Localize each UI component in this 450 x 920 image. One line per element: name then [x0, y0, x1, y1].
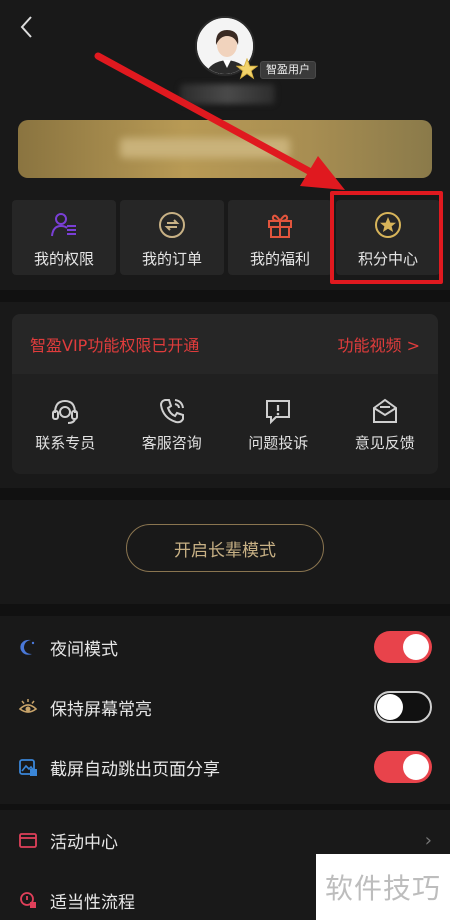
- quick-my-benefits[interactable]: 我的福利: [228, 200, 332, 275]
- eye-icon: [18, 699, 38, 713]
- service-contact-agent[interactable]: 联系专员: [15, 396, 115, 453]
- complaint-icon: [266, 400, 291, 425]
- vip-star-icon: [235, 57, 259, 80]
- gift-icon: [268, 214, 292, 238]
- order-coin-icon: [159, 212, 185, 238]
- process-icon: [20, 892, 36, 908]
- setting-night-mode: 夜间模式: [0, 617, 450, 677]
- menu-label: 活动中心: [50, 832, 118, 853]
- section-divider: [0, 604, 450, 616]
- screenshot-icon: [19, 759, 37, 776]
- service-label: 问题投诉: [248, 434, 309, 452]
- vip-service-panel: 智盈VIP功能权限已开通 功能视频 > 联系专员 客服咨询 问题投诉 意见反馈: [12, 314, 438, 474]
- keep-screen-on-toggle[interactable]: [374, 691, 432, 723]
- blurred-username: [180, 84, 275, 104]
- highlight-frame: [330, 191, 443, 284]
- service-complaint[interactable]: 问题投诉: [228, 396, 328, 453]
- moon-icon: [20, 639, 35, 655]
- service-feedback[interactable]: 意见反馈: [335, 396, 435, 453]
- setting-keep-screen-on: 保持屏幕常亮: [0, 677, 450, 737]
- quick-my-orders[interactable]: 我的订单: [120, 200, 224, 275]
- vip-panel-header: 智盈VIP功能权限已开通 功能视频 >: [12, 314, 438, 374]
- service-row: 联系专员 客服咨询 问题投诉 意见反馈: [12, 374, 438, 453]
- watermark: 软件技巧: [316, 854, 450, 920]
- service-label: 意见反馈: [354, 434, 415, 452]
- setting-label: 截屏自动跳出页面分享: [50, 759, 220, 780]
- user-type-badge: 智盈用户: [260, 61, 316, 79]
- user-permission-icon: [51, 213, 76, 237]
- back-button[interactable]: [12, 10, 42, 44]
- setting-label: 夜间模式: [50, 639, 118, 660]
- quick-label: 我的福利: [249, 250, 310, 268]
- blurred-banner-text: [120, 138, 290, 158]
- service-label: 客服咨询: [141, 434, 202, 452]
- screenshot-share-toggle[interactable]: [374, 751, 432, 783]
- chevron-right-icon: ›: [424, 829, 432, 851]
- section-divider: [0, 488, 450, 500]
- headset-icon: [52, 399, 79, 424]
- section-divider: [0, 290, 450, 302]
- calendar-icon: [19, 833, 37, 848]
- elder-mode-button[interactable]: 开启长辈模式: [126, 524, 324, 572]
- quick-label: 我的订单: [141, 250, 202, 268]
- quick-label: 我的权限: [33, 250, 94, 268]
- setting-label: 保持屏幕常亮: [50, 699, 152, 720]
- vip-status-text: 智盈VIP功能权限已开通: [30, 336, 200, 355]
- service-label: 联系专员: [35, 434, 96, 452]
- night-mode-toggle[interactable]: [374, 631, 432, 663]
- quick-my-permissions[interactable]: 我的权限: [12, 200, 116, 275]
- feature-video-link[interactable]: 功能视频 >: [338, 332, 421, 356]
- setting-screenshot-share: 截屏自动跳出页面分享: [0, 737, 450, 797]
- feedback-envelope-icon: [372, 398, 397, 423]
- service-customer-consult[interactable]: 客服咨询: [122, 396, 222, 453]
- phone-icon: [159, 399, 184, 424]
- chevron-left-icon: [20, 16, 32, 38]
